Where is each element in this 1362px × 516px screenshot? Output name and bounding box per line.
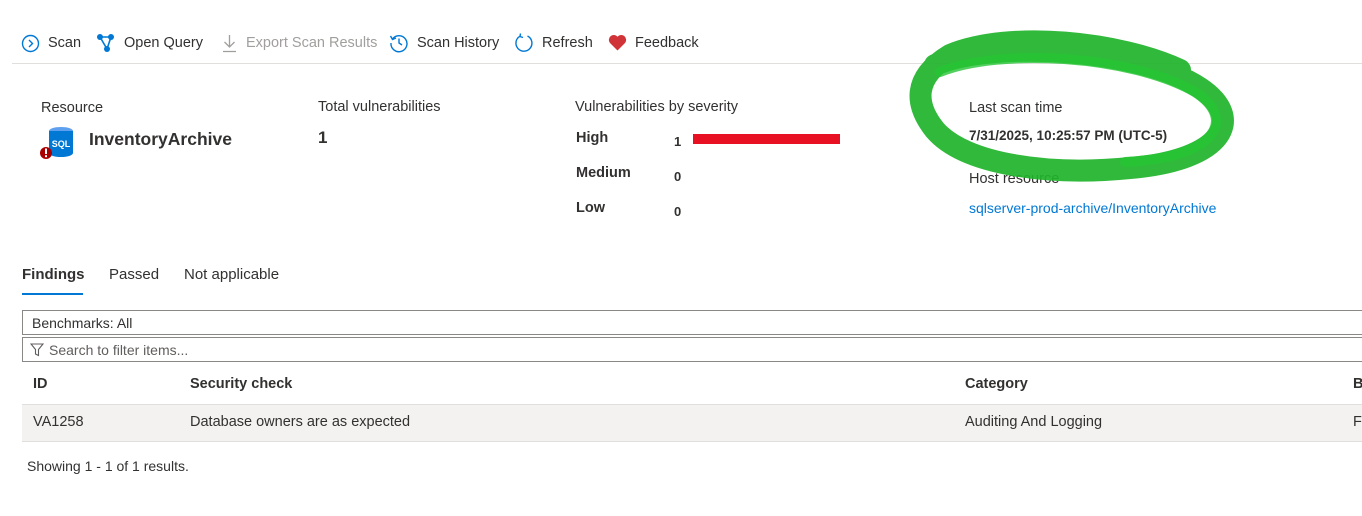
- open-query-button[interactable]: Open Query: [96, 32, 203, 54]
- severity-low-label: Low: [576, 200, 605, 216]
- total-vulnerabilities-label: Total vulnerabilities: [318, 99, 441, 115]
- open-query-label: Open Query: [124, 35, 203, 51]
- tab-not-applicable[interactable]: Not applicable: [184, 266, 279, 283]
- refresh-button[interactable]: Refresh: [514, 32, 593, 54]
- search-filter-input[interactable]: Search to filter items...: [22, 337, 1362, 362]
- feedback-button[interactable]: Feedback: [608, 32, 699, 54]
- active-tab-underline: [22, 293, 83, 295]
- resource-label: Resource: [41, 100, 104, 116]
- download-icon: [223, 34, 236, 52]
- column-header-id[interactable]: ID: [33, 376, 48, 392]
- severity-medium-count: 0: [674, 169, 682, 184]
- severity-high-label: High: [576, 130, 609, 146]
- row-category: Auditing And Logging: [965, 414, 1103, 430]
- sql-database-icon: SQL: [40, 126, 74, 160]
- scan-label: Scan: [48, 35, 82, 51]
- column-header-category[interactable]: Category: [965, 376, 1028, 392]
- host-resource-label: Host resource: [969, 171, 1060, 187]
- resource-name: InventoryArchive: [89, 129, 232, 149]
- benchmarks-filter[interactable]: Benchmarks: All: [22, 310, 1362, 335]
- host-resource-link[interactable]: sqlserver-prod-archive/InventoryArchive: [969, 200, 1216, 216]
- tab-passed[interactable]: Passed: [109, 266, 159, 283]
- severity-high-count: 1: [674, 134, 682, 149]
- history-icon: [389, 35, 408, 53]
- refresh-label: Refresh: [542, 35, 593, 51]
- table-row[interactable]: VA1258 Database owners are as expected A…: [22, 404, 1362, 442]
- scan-button[interactable]: Scan: [21, 32, 81, 54]
- export-label: Export Scan Results: [246, 35, 378, 51]
- column-header-security-check[interactable]: Security check: [190, 376, 292, 392]
- scan-history-button[interactable]: Scan History: [389, 32, 499, 54]
- tab-findings[interactable]: Findings: [22, 266, 85, 283]
- results-count: Showing 1 - 1 of 1 results.: [27, 458, 189, 474]
- last-scan-time-value: 7/31/2025, 10:25:57 PM (UTC-5): [969, 128, 1168, 143]
- scan-history-label: Scan History: [417, 35, 500, 51]
- severity-high-bar: [693, 134, 840, 144]
- severity-label: Vulnerabilities by severity: [575, 99, 739, 115]
- row-security-check: Database owners are as expected: [190, 414, 411, 430]
- command-bar: Scan Open Query Export Scan Results Scan…: [12, 28, 1362, 64]
- sql-icon-text: SQL: [52, 139, 71, 149]
- scan-icon: [21, 34, 40, 52]
- row-truncated-cell: F: [1353, 414, 1362, 430]
- query-icon: [97, 34, 114, 52]
- severity-medium-label: Medium: [576, 165, 631, 181]
- column-header-truncated[interactable]: B: [1353, 376, 1362, 392]
- benchmarks-filter-label: Benchmarks: All: [32, 315, 133, 331]
- export-scan-results-button[interactable]: Export Scan Results: [221, 32, 377, 54]
- total-vulnerabilities-value: 1: [318, 128, 328, 147]
- filter-icon: [30, 343, 44, 357]
- last-scan-time-label: Last scan time: [969, 100, 1063, 116]
- search-placeholder: Search to filter items...: [49, 342, 189, 358]
- feedback-label: Feedback: [635, 35, 699, 51]
- refresh-icon: [515, 33, 533, 52]
- severity-low-count: 0: [674, 204, 682, 219]
- row-id: VA1258: [33, 414, 84, 430]
- heart-icon: [608, 35, 627, 51]
